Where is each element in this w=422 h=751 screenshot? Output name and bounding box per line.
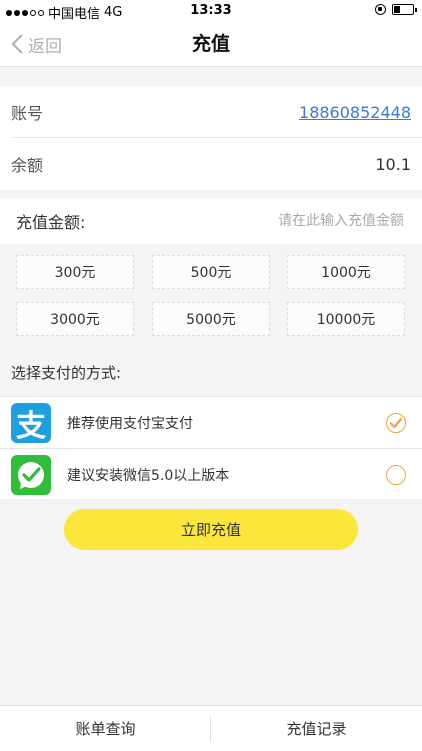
bottom-tab-bar: 账单查询 充值记录 bbox=[0, 705, 422, 751]
payment-method-title: 选择支付的方式: bbox=[11, 364, 122, 382]
preset-amount-button[interactable]: 1000元 bbox=[287, 255, 405, 289]
payment-option-wechat[interactable]: 建议安装微信5.0以上版本 bbox=[0, 449, 422, 500]
amount-input[interactable] bbox=[85, 212, 406, 230]
status-time: 13:33 bbox=[190, 3, 232, 18]
wechat-icon bbox=[11, 454, 51, 495]
back-button[interactable]: 返回 bbox=[10, 22, 62, 66]
preset-amount-button[interactable]: 300元 bbox=[16, 255, 134, 289]
preset-amount-button[interactable]: 3000元 bbox=[16, 302, 134, 336]
payment-option-label: 推荐使用支付宝支付 bbox=[67, 415, 193, 432]
preset-amount-button[interactable]: 500元 bbox=[152, 255, 270, 289]
preset-amount-grid: 300元 500元 1000元 3000元 5000元 10000元 bbox=[0, 246, 422, 346]
radio-selected-icon[interactable] bbox=[386, 412, 406, 433]
recharge-now-button[interactable]: 立即充值 bbox=[64, 509, 358, 550]
preset-amount-button[interactable]: 5000元 bbox=[152, 302, 270, 336]
account-number-link[interactable]: 18860852448 bbox=[299, 103, 411, 122]
alipay-icon: 支 bbox=[11, 402, 51, 444]
rotation-lock-icon bbox=[375, 4, 386, 15]
payment-option-alipay[interactable]: 支 推荐使用支付宝支付 bbox=[0, 397, 422, 448]
amount-label: 充值金额: bbox=[16, 213, 86, 232]
back-label: 返回 bbox=[28, 36, 62, 57]
tab-bill-query[interactable]: 账单查询 bbox=[0, 706, 211, 751]
tab-recharge-history[interactable]: 充值记录 bbox=[211, 706, 422, 751]
chevron-left-icon bbox=[11, 34, 23, 54]
payment-option-label: 建议安装微信5.0以上版本 bbox=[67, 467, 230, 484]
battery-icon bbox=[392, 4, 417, 15]
payment-method-list: 支 推荐使用支付宝支付 建议安装微信5.0以上版本 bbox=[0, 396, 422, 499]
account-label: 账号 bbox=[11, 104, 44, 123]
radio-unselected-icon[interactable] bbox=[386, 464, 406, 485]
preset-amount-button[interactable]: 10000元 bbox=[287, 302, 405, 336]
status-bar: 中国电信 4G 13:33 bbox=[0, 0, 422, 22]
amount-row: 充值金额: bbox=[0, 198, 422, 244]
checkmark-icon bbox=[389, 417, 403, 428]
account-row: 账号 18860852448 bbox=[0, 86, 422, 138]
status-right bbox=[375, 4, 417, 15]
balance-value: 10.1 bbox=[375, 154, 411, 174]
page-title: 充值 bbox=[191, 33, 230, 55]
balance-row: 余额 10.1 bbox=[0, 138, 422, 190]
nav-bar: 返回 充值 bbox=[0, 22, 422, 67]
balance-label: 余额 bbox=[11, 156, 44, 175]
account-section: 账号 18860852448 余额 10.1 bbox=[0, 86, 422, 190]
